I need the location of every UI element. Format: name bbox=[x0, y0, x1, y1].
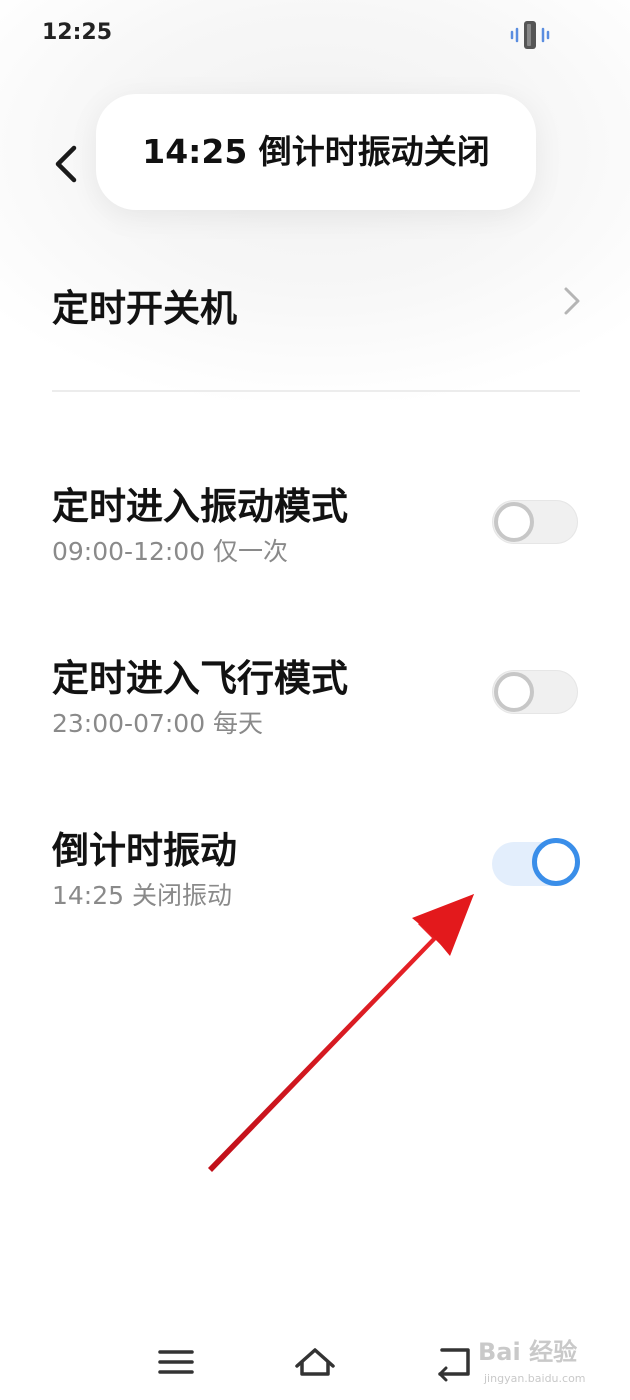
toggle-knob bbox=[494, 672, 534, 712]
setting-title: 定时开关机 bbox=[52, 287, 237, 330]
status-bar: 12:25 bbox=[0, 0, 630, 70]
status-time: 12:25 bbox=[42, 20, 113, 45]
setting-title: 定时进入振动模式 bbox=[52, 485, 348, 528]
airplane-mode-toggle[interactable] bbox=[492, 670, 578, 714]
baidu-jingyan-watermark: Bai 经验 jingyan.baidu.com bbox=[478, 1332, 628, 1392]
back-nav-icon[interactable] bbox=[432, 1342, 476, 1382]
toggle-knob bbox=[532, 838, 580, 886]
back-chevron-icon[interactable] bbox=[48, 140, 84, 188]
setting-subtitle: 23:00-07:00 每天 bbox=[52, 709, 264, 738]
countdown-vibrate-toggle[interactable] bbox=[492, 838, 580, 886]
chevron-right-icon bbox=[564, 287, 580, 315]
home-icon[interactable] bbox=[293, 1342, 337, 1382]
setting-subtitle: 09:00-12:00 仅一次 bbox=[52, 537, 289, 566]
toggle-knob bbox=[494, 502, 534, 542]
menu-icon[interactable] bbox=[154, 1342, 198, 1382]
countdown-toast: 14:25 倒计时振动关闭 bbox=[96, 94, 536, 210]
vibrate-mode-icon bbox=[510, 21, 550, 49]
setting-title: 定时进入飞行模式 bbox=[52, 657, 348, 700]
setting-title: 倒计时振动 bbox=[52, 829, 237, 872]
divider bbox=[52, 390, 580, 392]
vibrate-mode-toggle[interactable] bbox=[492, 500, 578, 544]
watermark-text: Bai 经验 bbox=[478, 1338, 578, 1366]
watermark-url: jingyan.baidu.com bbox=[484, 1372, 586, 1385]
toast-text: 14:25 倒计时振动关闭 bbox=[142, 132, 490, 171]
red-arrow-annotation bbox=[208, 894, 474, 1172]
